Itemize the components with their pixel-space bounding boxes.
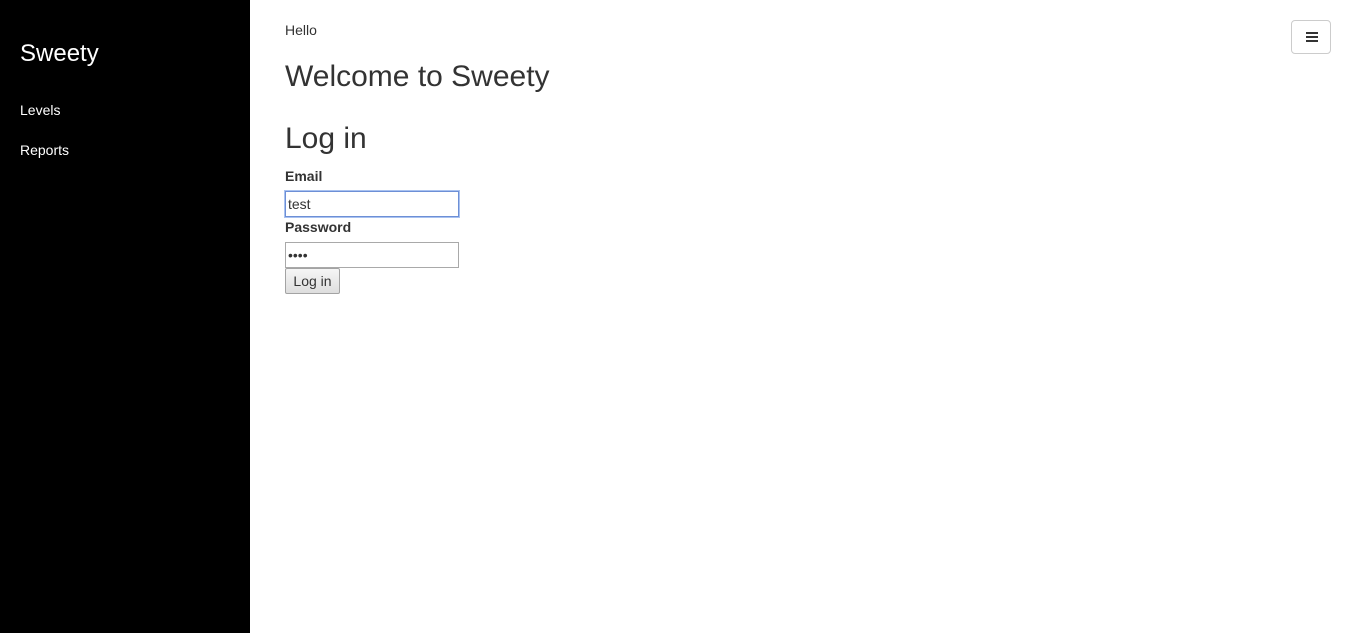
sidebar-link-reports[interactable]: Reports	[20, 140, 69, 160]
sidebar-nav: Levels Reports	[20, 100, 69, 180]
hamburger-icon-bar	[1306, 36, 1318, 38]
hamburger-icon-bar	[1306, 32, 1318, 34]
email-input[interactable]	[285, 191, 459, 217]
hamburger-icon-bar	[1306, 40, 1318, 42]
hamburger-icon	[1306, 32, 1318, 43]
welcome-heading: Welcome to Sweety	[285, 60, 550, 93]
sidebar-item-reports: Reports	[20, 140, 69, 180]
login-heading: Log in	[285, 122, 367, 155]
password-label: Password	[285, 219, 352, 235]
sidebar: Sweety Levels Reports	[0, 0, 250, 633]
main-content: Hello Welcome to Sweety Log in Email Pas…	[250, 0, 1366, 633]
menu-toggle-button[interactable]	[1291, 20, 1331, 54]
password-input[interactable]	[285, 242, 459, 268]
login-button[interactable]: Log in	[285, 268, 340, 294]
greeting-text: Hello	[285, 22, 317, 38]
sidebar-link-levels[interactable]: Levels	[20, 100, 60, 120]
brand-title[interactable]: Sweety	[20, 39, 99, 69]
email-label: Email	[285, 168, 323, 184]
sidebar-item-levels: Levels	[20, 100, 69, 140]
